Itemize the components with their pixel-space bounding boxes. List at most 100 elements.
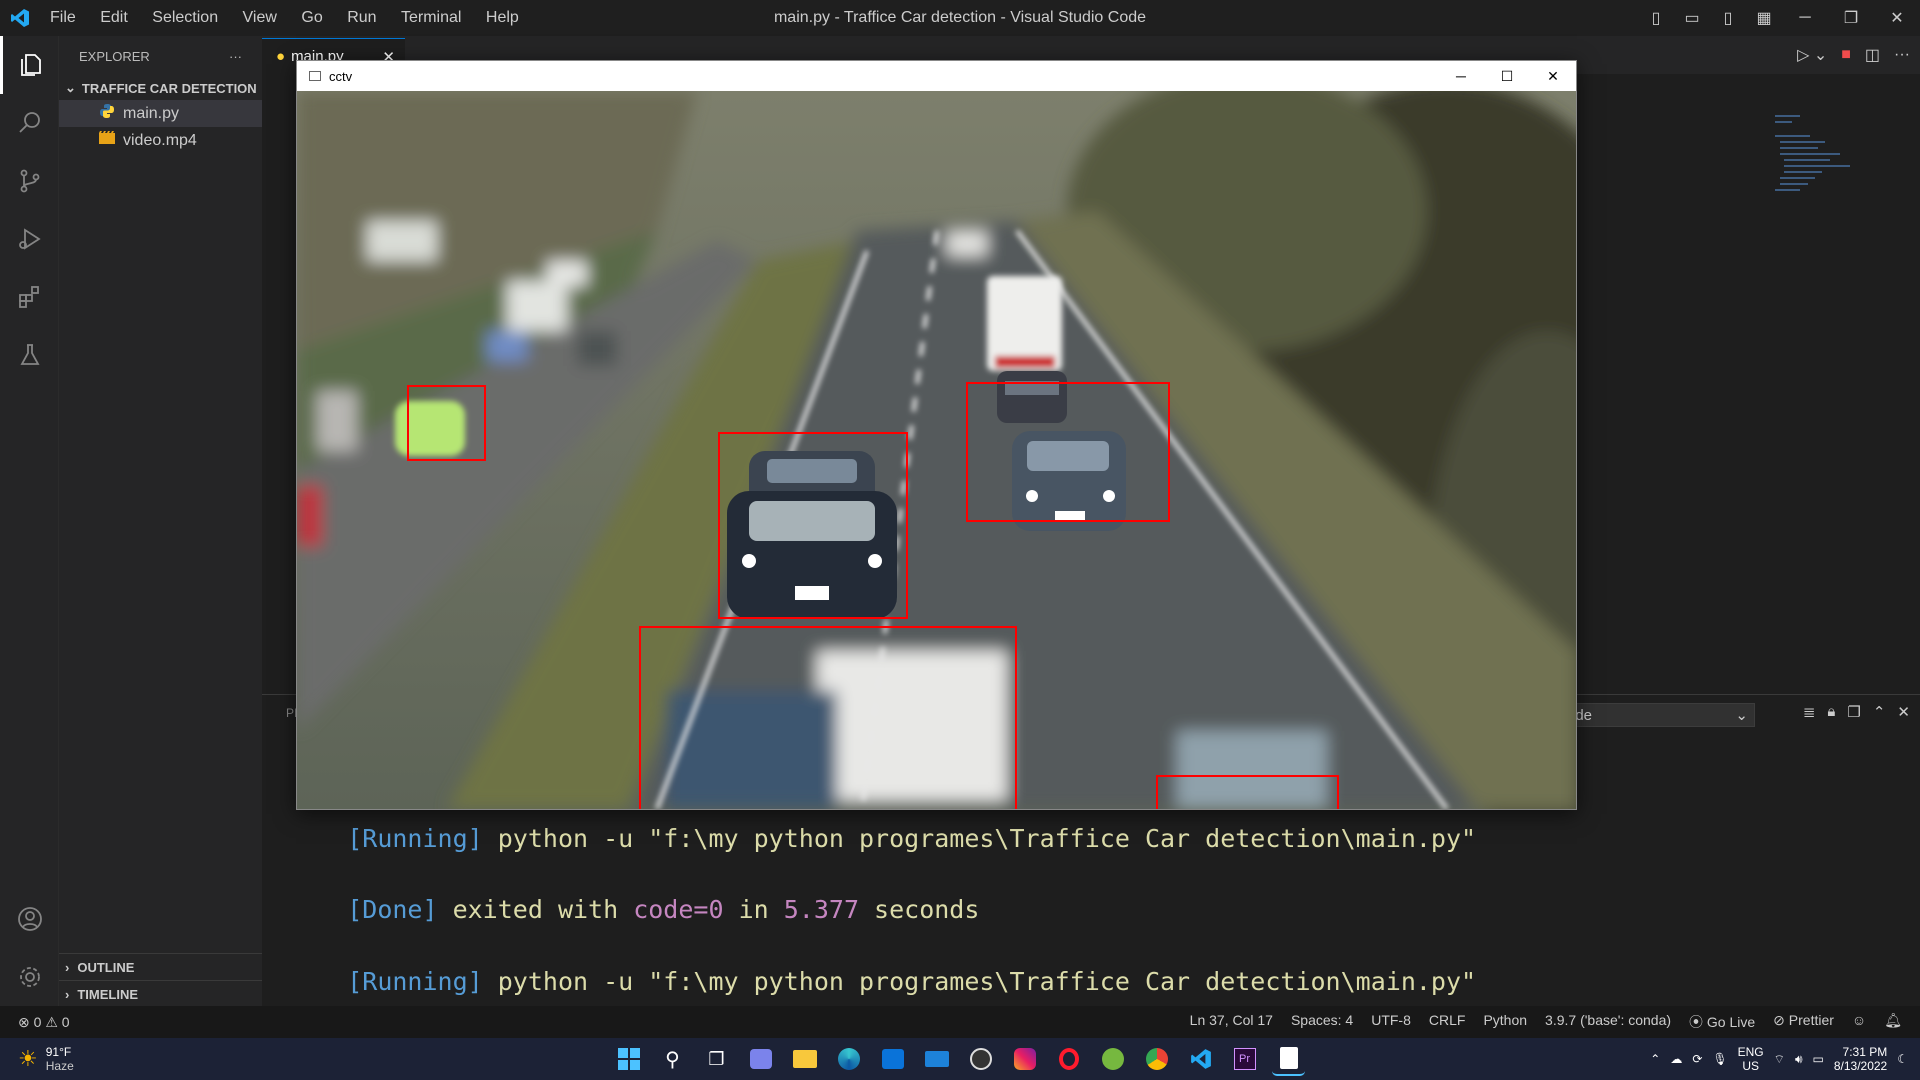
toggle-primary-sidebar-icon[interactable]: ▯ <box>1638 8 1674 28</box>
window-controls: ▯ ▭ ▯ ▦ ─ ❐ ✕ <box>1638 0 1920 36</box>
language-code: ENG <box>1737 1045 1764 1059</box>
vscode-icon[interactable] <box>1184 1043 1217 1076</box>
indentation[interactable]: Spaces: 4 <box>1291 1012 1353 1032</box>
file-video-mp4[interactable]: video.mp4 <box>59 127 262 154</box>
open-log-icon[interactable]: ❐ <box>1847 703 1860 721</box>
maximize-panel-icon[interactable]: ⌃ <box>1873 703 1886 721</box>
language-mode[interactable]: Python <box>1483 1012 1527 1032</box>
close-panel-icon[interactable]: ✕ <box>1897 703 1910 721</box>
minimap[interactable] <box>1770 96 1860 226</box>
output-channel-select[interactable]: ode ⌄ <box>1560 703 1755 727</box>
battery-icon[interactable]: ▭ <box>1813 1052 1824 1066</box>
task-view-icon[interactable]: ❐ <box>700 1043 733 1076</box>
edge-browser-icon[interactable] <box>832 1043 865 1076</box>
teams-chat-icon[interactable] <box>744 1043 777 1076</box>
instagram-icon[interactable] <box>1008 1043 1041 1076</box>
accounts-icon[interactable] <box>0 890 59 948</box>
menu-go[interactable]: Go <box>301 9 322 26</box>
restore-button[interactable]: ❐ <box>1828 8 1874 28</box>
explorer-icon[interactable] <box>0 36 59 94</box>
sync-icon[interactable]: ⟳ <box>1692 1052 1702 1066</box>
outline-section[interactable]: › OUTLINE <box>59 953 262 980</box>
search-icon[interactable]: ⚲ <box>656 1043 689 1076</box>
utorrent-icon[interactable] <box>1096 1043 1129 1076</box>
cctv-minimize-button[interactable]: ─ <box>1438 61 1484 91</box>
toggle-secondary-sidebar-icon[interactable]: ▯ <box>1710 8 1746 28</box>
time: 7:31 PM <box>1842 1045 1888 1059</box>
lock-scroll-icon[interactable]: 🔒︎ <box>1827 703 1835 721</box>
more-actions-icon[interactable]: ··· <box>1894 46 1910 64</box>
feedback-icon[interactable]: ☺ <box>1852 1012 1866 1032</box>
cursor-position[interactable]: Ln 37, Col 17 <box>1190 1012 1273 1032</box>
weather-widget[interactable]: ☀ 91°F Haze <box>18 1045 74 1073</box>
error-icon: ⊗ <box>18 1013 30 1030</box>
onedrive-cloud-icon[interactable]: ☁ <box>1670 1052 1682 1066</box>
output-bracket: [Running] <box>347 824 483 853</box>
cctv-titlebar[interactable]: cctv ─ ☐ ✕ <box>297 61 1576 91</box>
close-button[interactable]: ✕ <box>1874 8 1920 28</box>
detection-box <box>966 382 1170 522</box>
panel-actions: ≣ 🔒︎ ❐ ⌃ ✕ <box>1803 703 1910 721</box>
activity-bar <box>0 36 59 1006</box>
search-icon[interactable] <box>0 94 59 152</box>
end-of-line[interactable]: CRLF <box>1429 1012 1466 1032</box>
extensions-icon[interactable] <box>0 268 59 326</box>
file-main-py[interactable]: main.py <box>59 100 262 127</box>
timeline-section[interactable]: › TIMELINE <box>59 980 262 1007</box>
premiere-pro-icon[interactable]: Pr <box>1228 1043 1261 1076</box>
run-python-icon[interactable]: ▷ ⌄ <box>1797 45 1827 65</box>
windows-start-icon[interactable] <box>612 1043 645 1076</box>
wifi-icon[interactable]: ⌔ <box>1774 1052 1785 1067</box>
obs-studio-icon[interactable] <box>964 1043 997 1076</box>
run-debug-icon[interactable] <box>0 210 59 268</box>
more-actions-icon[interactable]: ··· <box>229 49 242 64</box>
python-interpreter[interactable]: 3.9.7 ('base': conda) <box>1545 1012 1671 1032</box>
minimize-button[interactable]: ─ <box>1782 9 1828 27</box>
microsoft-store-icon[interactable] <box>876 1043 909 1076</box>
microphone-icon[interactable]: 🎙︎ <box>1712 1052 1727 1066</box>
show-hidden-icons-icon[interactable]: ⌃ <box>1650 1052 1660 1066</box>
folder-label: TRAFFICE CAR DETECTION <box>81 80 257 96</box>
clear-output-icon[interactable]: ≣ <box>1803 703 1816 721</box>
chrome-icon[interactable] <box>1140 1043 1173 1076</box>
chevron-right-icon: › <box>65 986 70 1002</box>
menu-file[interactable]: File <box>50 9 76 26</box>
volume-icon[interactable]: 🔊︎ <box>1795 1052 1803 1067</box>
folder-traffice-car-detection[interactable]: ⌄ TRAFFICE CAR DETECTION <box>59 76 262 100</box>
cctv-window: cctv ─ ☐ ✕ <box>296 60 1577 810</box>
menu-edit[interactable]: Edit <box>100 9 128 26</box>
problems-status[interactable]: ⊗ 0 ⚠ 0 <box>18 1014 70 1031</box>
menu-run[interactable]: Run <box>347 9 376 26</box>
cctv-video-frame <box>297 91 1576 809</box>
toggle-panel-icon[interactable]: ▭ <box>1674 8 1710 28</box>
split-editor-icon[interactable]: ◫ <box>1865 45 1880 65</box>
menu-view[interactable]: View <box>243 9 277 26</box>
cctv-close-button[interactable]: ✕ <box>1530 61 1576 91</box>
mail-icon[interactable] <box>920 1043 953 1076</box>
stop-icon[interactable]: ■ <box>1841 46 1851 64</box>
notepad-icon[interactable] <box>1272 1043 1305 1076</box>
source-control-icon[interactable] <box>0 152 59 210</box>
menu-selection[interactable]: Selection <box>152 9 218 26</box>
clock[interactable]: 7:31 PM 8/13/2022 <box>1834 1045 1887 1073</box>
chevron-down-icon: ⌄ <box>65 80 76 95</box>
vscode-logo-icon <box>0 8 40 28</box>
opera-icon[interactable] <box>1052 1043 1085 1076</box>
prettier-button[interactable]: ⊘ Prettier <box>1773 1012 1834 1032</box>
customize-layout-icon[interactable]: ▦ <box>1746 8 1782 28</box>
cctv-maximize-button[interactable]: ☐ <box>1484 61 1530 91</box>
cctv-window-title: cctv <box>329 68 353 84</box>
testing-icon[interactable] <box>0 326 59 384</box>
input-language[interactable]: ENG US <box>1738 1045 1764 1073</box>
file-explorer-icon[interactable] <box>788 1043 821 1076</box>
detection-box <box>1156 775 1339 809</box>
broadcast-icon: ⦿ <box>1689 1014 1707 1030</box>
menu-terminal[interactable]: Terminal <box>401 9 461 26</box>
menu-help[interactable]: Help <box>486 9 519 26</box>
encoding[interactable]: UTF-8 <box>1371 1012 1411 1032</box>
status-bar: ⊗ 0 ⚠ 0 Ln 37, Col 17 Spaces: 4 UTF-8 CR… <box>0 1006 1920 1038</box>
focus-assist-moon-icon[interactable]: ☾ <box>1897 1052 1908 1066</box>
settings-gear-icon[interactable] <box>0 948 59 1006</box>
notifications-bell-icon[interactable]: 🔔︎ <box>1884 1012 1902 1032</box>
go-live-button[interactable]: ⦿ Go Live <box>1689 1012 1755 1032</box>
